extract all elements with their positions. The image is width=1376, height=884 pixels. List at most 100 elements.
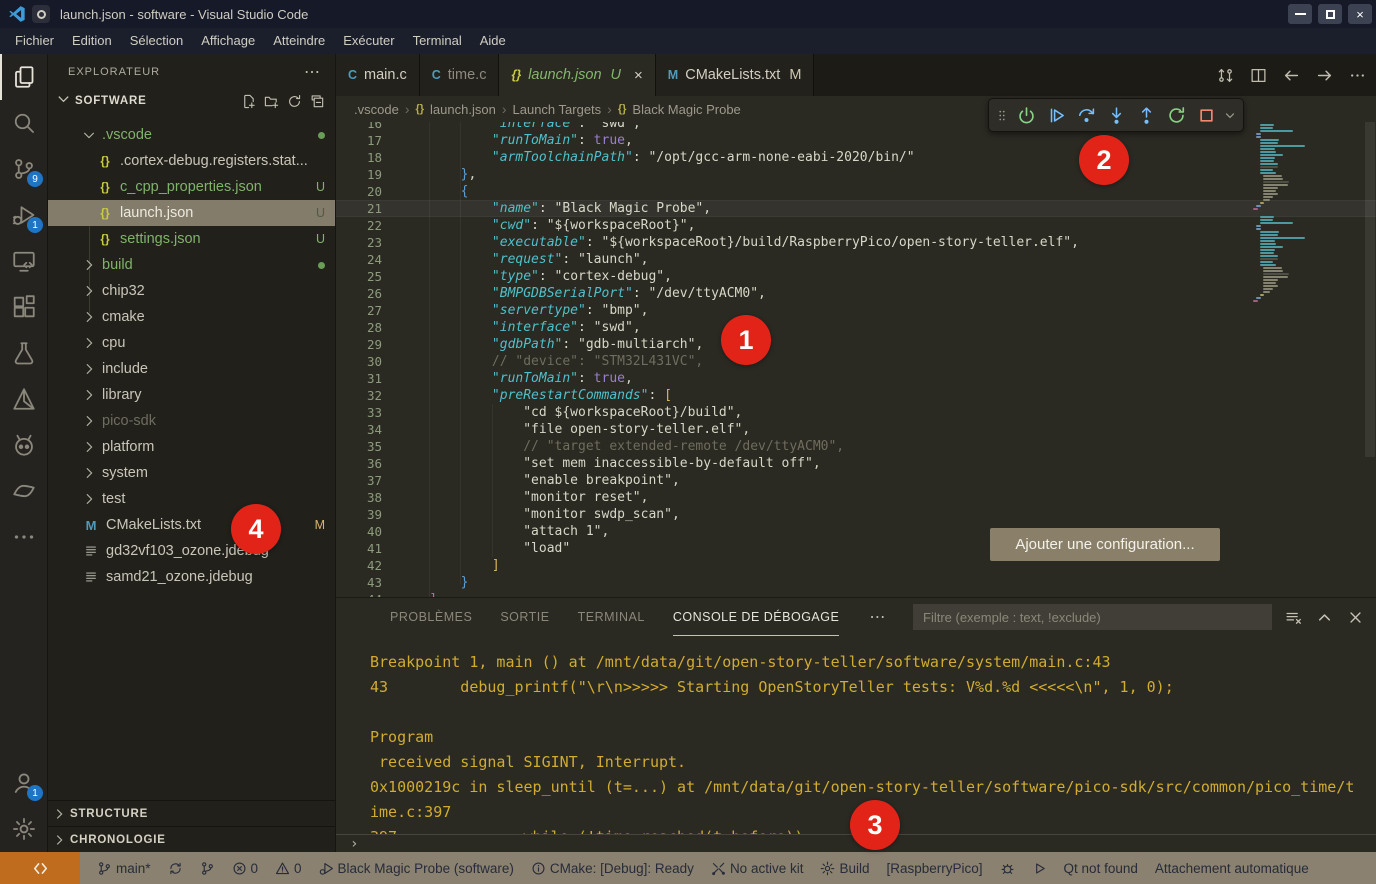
breadcrumb-item-black-magic-probe[interactable]: Black Magic Probe: [632, 102, 740, 117]
close-icon[interactable]: ×: [634, 67, 643, 84]
tree-item-chip32[interactable]: chip32: [48, 278, 335, 304]
tree-item-samd21-ozone-jdebug[interactable]: samd21_ozone.jdebug: [48, 564, 335, 590]
split-editor-icon[interactable]: [1250, 67, 1267, 84]
tree-item-settings-json[interactable]: {}settings.jsonU: [48, 226, 335, 252]
minimap[interactable]: [1250, 124, 1358, 308]
activity-source-control[interactable]: 9: [0, 146, 48, 192]
tree-item-test[interactable]: test: [48, 486, 335, 512]
tab-launch-json[interactable]: {}launch.jsonU×: [499, 54, 655, 96]
menu-edition[interactable]: Edition: [63, 28, 121, 54]
menu-affichage[interactable]: Affichage: [192, 28, 264, 54]
tree-item-cortex-debug-registers-stat[interactable]: {}.cortex-debug.registers.stat...: [48, 148, 335, 174]
panel-tab-console-de-d-bogage[interactable]: CONSOLE DE DÉBOGAGE: [673, 598, 839, 636]
status-build[interactable]: Build: [820, 861, 869, 876]
tree-item-cpu[interactable]: cpu: [48, 330, 335, 356]
sidebar-section-chronologie[interactable]: CHRONOLOGIE: [48, 826, 335, 852]
activity-remote-explorer[interactable]: [0, 238, 48, 284]
status-warnings[interactable]: 0: [275, 861, 302, 876]
sidebar-section-structure[interactable]: STRUCTURE: [48, 800, 335, 826]
status-auto-attach[interactable]: Attachement automatique: [1155, 861, 1309, 876]
step-into-icon[interactable]: [1103, 102, 1129, 128]
refresh-icon[interactable]: [287, 94, 302, 109]
tree-item-pico-sdk[interactable]: pico-sdk: [48, 408, 335, 434]
close-button[interactable]: ×: [1348, 4, 1372, 24]
menu-atteindre[interactable]: Atteindre: [264, 28, 334, 54]
status-run-icon[interactable]: [1032, 861, 1047, 876]
activity-account[interactable]: 1: [0, 760, 48, 806]
status-debug-config[interactable]: Black Magic Probe (software): [319, 861, 514, 876]
status-cmake-status[interactable]: CMake: [Debug]: Ready: [531, 861, 694, 876]
panel-more-icon[interactable]: ⋯: [869, 607, 887, 627]
scrollbar-thumb[interactable]: [1365, 122, 1375, 457]
chevron-down-icon[interactable]: [1223, 102, 1237, 128]
gripper-icon[interactable]: [995, 102, 1009, 128]
menu-ex-cuter[interactable]: Exécuter: [334, 28, 403, 54]
new-folder-icon[interactable]: [264, 94, 279, 109]
maximize-button[interactable]: [1318, 4, 1342, 24]
menu-fichier[interactable]: Fichier: [6, 28, 63, 54]
tree-item-library[interactable]: library: [48, 382, 335, 408]
status-graph[interactable]: [200, 861, 215, 876]
remote-indicator[interactable]: [0, 852, 80, 884]
activity-search[interactable]: [0, 100, 48, 146]
tree-item-gd32vf103-ozone-jdebug[interactable]: gd32vf103_ozone.jdebug: [48, 538, 335, 564]
breadcrumb-item-launch-targets[interactable]: Launch Targets: [513, 102, 602, 117]
arrow-left-icon[interactable]: [1283, 67, 1300, 84]
breadcrumb-item-vscode[interactable]: .vscode: [354, 102, 399, 117]
tree-item-include[interactable]: include: [48, 356, 335, 382]
status-git-branch[interactable]: main*: [97, 861, 151, 876]
tab-cmakelists-txt[interactable]: MCMakeLists.txtM: [656, 54, 815, 96]
tree-item-system[interactable]: system: [48, 460, 335, 486]
tree-item-platform[interactable]: platform: [48, 434, 335, 460]
activity-explorer[interactable]: [0, 54, 48, 100]
panel-tab-sortie[interactable]: SORTIE: [500, 598, 549, 636]
activity-extensions[interactable]: [0, 284, 48, 330]
code-editor[interactable]: 16 "interface": "swd",17 "runToMain": tr…: [336, 122, 1376, 597]
add-configuration-button[interactable]: Ajouter une configuration...: [990, 528, 1220, 561]
stop-icon[interactable]: [1193, 102, 1219, 128]
arrow-right-icon[interactable]: [1316, 67, 1333, 84]
explorer-more-icon[interactable]: ⋯: [304, 62, 321, 82]
activity-more[interactable]: [0, 514, 48, 560]
new-file-icon[interactable]: [241, 94, 256, 109]
tree-item-cmake[interactable]: cmake: [48, 304, 335, 330]
tree-item-vscode[interactable]: .vscode: [48, 122, 335, 148]
status-sync[interactable]: [168, 861, 183, 876]
restart-icon[interactable]: [1163, 102, 1189, 128]
status-kit[interactable]: No active kit: [711, 861, 804, 876]
tab-main-c[interactable]: Cmain.c: [336, 54, 420, 96]
tree-item-launch-json[interactable]: {}launch.jsonU: [48, 200, 335, 226]
more-icon[interactable]: [1349, 67, 1366, 84]
collapse-all-icon[interactable]: [310, 94, 325, 109]
activity-run-and-debug[interactable]: 1: [0, 192, 48, 238]
panel-tab-terminal[interactable]: TERMINAL: [578, 598, 645, 636]
explorer-section-header[interactable]: SOFTWARE: [48, 89, 335, 113]
activity-visual-studio[interactable]: [0, 468, 48, 514]
tab-time-c[interactable]: Ctime.c: [420, 54, 500, 96]
menu-aide[interactable]: Aide: [471, 28, 515, 54]
minimize-button[interactable]: [1288, 4, 1312, 24]
status-errors[interactable]: 0: [232, 861, 259, 876]
compare-changes-icon[interactable]: [1217, 67, 1234, 84]
step-over-icon[interactable]: [1073, 102, 1099, 128]
breadcrumb-item-launch-json[interactable]: launch.json: [430, 102, 496, 117]
activity-cmake[interactable]: [0, 376, 48, 422]
activity-testing[interactable]: [0, 330, 48, 376]
collapse-panel-icon[interactable]: [1316, 609, 1333, 626]
power-icon[interactable]: [1013, 102, 1039, 128]
status-qt-status[interactable]: Qt not found: [1064, 861, 1138, 876]
close-panel-icon[interactable]: [1347, 609, 1364, 626]
menu-s-lection[interactable]: Sélection: [121, 28, 192, 54]
tree-item-c-cpp-properties-json[interactable]: {}c_cpp_properties.jsonU: [48, 174, 335, 200]
editor-scrollbar[interactable]: [1362, 122, 1376, 597]
clear-console-icon[interactable]: [1285, 609, 1302, 626]
tree-item-cmakelists-txt[interactable]: MCMakeLists.txtM: [48, 512, 335, 538]
menu-terminal[interactable]: Terminal: [404, 28, 471, 54]
tree-item-build[interactable]: build: [48, 252, 335, 278]
status-debug-icon[interactable]: [1000, 861, 1015, 876]
continue-icon[interactable]: [1043, 102, 1069, 128]
step-out-icon[interactable]: [1133, 102, 1159, 128]
panel-tab-probl-mes[interactable]: PROBLÈMES: [390, 598, 472, 636]
debug-console-filter-input[interactable]: [913, 604, 1272, 630]
activity-platformio[interactable]: [0, 422, 48, 468]
